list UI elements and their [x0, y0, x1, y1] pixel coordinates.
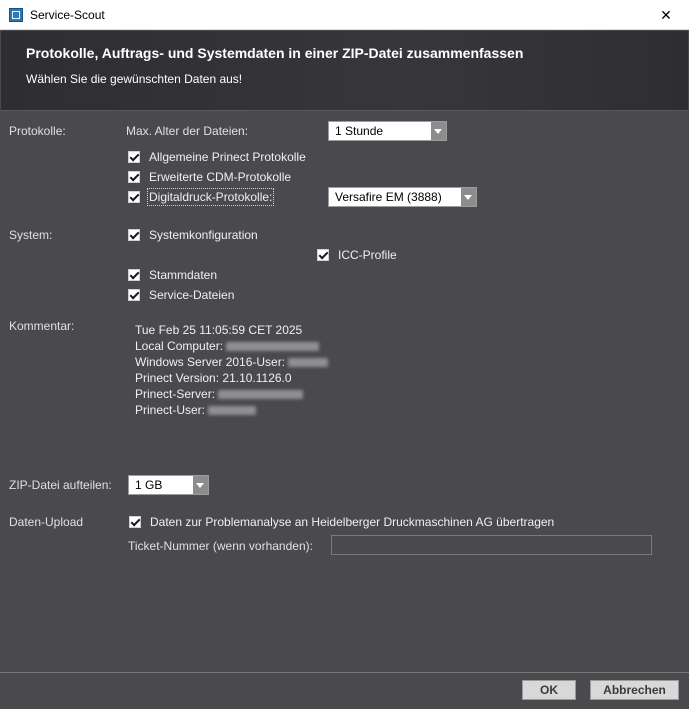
ticket-number-label: Ticket-Nummer (wenn vorhanden):	[128, 539, 313, 553]
systemkonfiguration-checkbox[interactable]: Systemkonfiguration	[128, 228, 258, 242]
close-icon[interactable]: ✕	[643, 0, 689, 30]
kommentar-text[interactable]: Tue Feb 25 11:05:59 CET 2025 Local Compu…	[135, 322, 645, 418]
allgemeine-protokolle-checkbox[interactable]: Allgemeine Prinect Protokolle	[128, 150, 306, 164]
redacted-prinect-user	[208, 406, 257, 416]
prinect-user-label: Prinect-User:	[135, 403, 206, 417]
service-dateien-label: Service-Dateien	[149, 288, 235, 302]
systemkonfiguration-label: Systemkonfiguration	[149, 228, 258, 242]
zip-split-value: 1 GB	[135, 478, 163, 492]
max-age-label: Max. Alter der Dateien:	[126, 124, 249, 138]
ticket-number-input[interactable]	[331, 535, 652, 555]
cdm-protokolle-label: Erweiterte CDM-Protokolle	[149, 170, 292, 184]
checkbox-checked-icon[interactable]	[128, 171, 140, 183]
checkbox-checked-icon[interactable]	[128, 269, 140, 281]
max-age-dropdown[interactable]: 1 Stunde	[328, 121, 447, 141]
chevron-down-icon[interactable]	[193, 476, 208, 494]
prinect-server-label: Prinect-Server:	[135, 387, 216, 401]
checkbox-checked-icon[interactable]	[128, 289, 140, 301]
zip-split-dropdown[interactable]: 1 GB	[128, 475, 209, 495]
upload-transfer-checkbox[interactable]: Daten zur Problemanalyse an Heidelberger…	[129, 515, 554, 529]
checkbox-checked-icon[interactable]	[128, 229, 140, 241]
footer-divider	[0, 672, 689, 673]
checkbox-checked-icon[interactable]	[128, 151, 140, 163]
comment-version: Prinect Version: 21.10.1126.0	[135, 370, 645, 386]
service-dateien-checkbox[interactable]: Service-Dateien	[128, 288, 234, 302]
digitaldruck-protokolle-checkbox[interactable]: Digitaldruck-Protokolle:	[128, 188, 275, 206]
daten-upload-label: Daten-Upload	[9, 515, 84, 529]
checkbox-checked-icon[interactable]	[129, 516, 141, 528]
title-bar: Service-Scout ✕	[0, 0, 689, 30]
window-title: Service-Scout	[30, 8, 105, 22]
local-computer-label: Local Computer:	[135, 339, 224, 353]
comment-local-computer: Local Computer:	[135, 338, 645, 354]
checkbox-checked-icon[interactable]	[128, 191, 140, 203]
redacted-local-computer	[226, 342, 320, 352]
app-icon	[9, 8, 23, 22]
digitaldruck-protokolle-label: Digitaldruck-Protokolle:	[146, 188, 275, 206]
stammdaten-checkbox[interactable]: Stammdaten	[128, 268, 217, 282]
comment-date: Tue Feb 25 11:05:59 CET 2025	[135, 323, 303, 337]
cdm-protokolle-checkbox[interactable]: Erweiterte CDM-Protokolle	[128, 170, 291, 184]
icc-profile-label: ICC-Profile	[338, 248, 397, 262]
windows-user-label: Windows Server 2016-User:	[135, 355, 286, 369]
prinect-version-label: Prinect Version:	[135, 371, 220, 385]
digitaldruck-device-dropdown[interactable]: Versafire EM (3888)	[328, 187, 477, 207]
allgemeine-protokolle-label: Allgemeine Prinect Protokolle	[149, 150, 306, 164]
system-label: System:	[9, 228, 53, 242]
cancel-button[interactable]: Abbrechen	[590, 680, 679, 700]
redacted-windows-user	[288, 358, 329, 368]
checkbox-checked-icon[interactable]	[317, 249, 329, 261]
chevron-down-icon[interactable]	[461, 188, 476, 206]
max-age-value: 1 Stunde	[335, 124, 384, 138]
stammdaten-label: Stammdaten	[149, 268, 218, 282]
ok-button[interactable]: OK	[522, 680, 576, 700]
comment-server: Prinect-Server:	[135, 386, 645, 402]
kommentar-label: Kommentar:	[9, 319, 75, 333]
icc-profile-checkbox[interactable]: ICC-Profile	[317, 248, 397, 262]
header-title: Protokolle, Auftrags- und Systemdaten in…	[26, 45, 524, 61]
comment-windows-user: Windows Server 2016-User:	[135, 354, 645, 370]
zip-split-label: ZIP-Datei aufteilen:	[9, 478, 112, 492]
dialog-header: Protokolle, Auftrags- und Systemdaten in…	[1, 31, 688, 111]
upload-transfer-label: Daten zur Problemanalyse an Heidelberger…	[150, 515, 555, 529]
chevron-down-icon[interactable]	[431, 122, 446, 140]
digitaldruck-device-value: Versafire EM (3888)	[335, 190, 442, 204]
protokolle-label: Protokolle:	[9, 124, 66, 138]
header-subtitle: Wählen Sie die gewünschten Daten aus!	[26, 72, 243, 86]
redacted-prinect-server	[218, 390, 304, 400]
prinect-version-value: 21.10.1126.0	[222, 371, 292, 385]
comment-user: Prinect-User:	[135, 402, 645, 418]
